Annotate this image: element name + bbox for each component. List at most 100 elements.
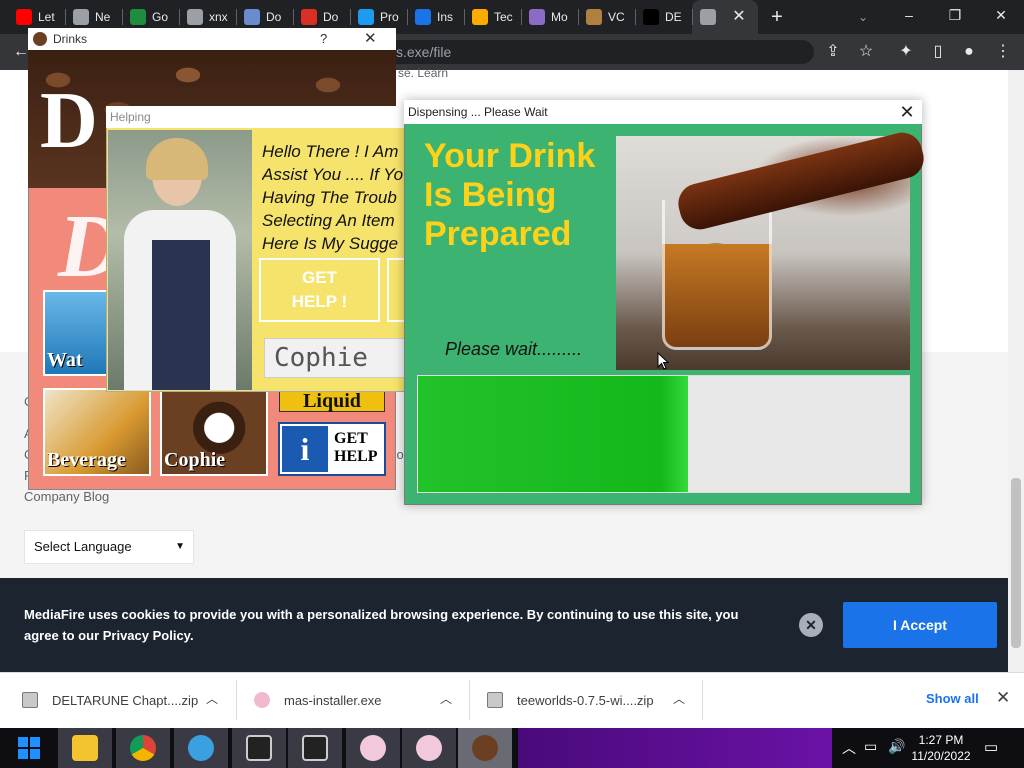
taskbar-drinks-app[interactable] [458,728,512,768]
tab-label: DE [665,10,682,24]
close-tab-icon[interactable]: ✕ [726,6,752,28]
minimize-button[interactable]: – [886,0,932,30]
profile-icon[interactable]: ● [958,41,980,63]
show-all-downloads[interactable]: Show all [926,691,979,706]
download-name: mas-installer.exe [284,692,382,708]
download-item[interactable]: mas-installer.exe [254,678,382,722]
maximize-button[interactable]: ❐ [932,0,978,30]
globe-icon [188,735,214,761]
water-tile[interactable]: Wat [43,290,109,376]
chevron-up-icon[interactable]: ︿ [440,690,452,707]
item-input[interactable]: Cophie [264,338,406,378]
browser-tab[interactable]: DE [635,0,692,34]
close-downloads-icon[interactable]: ✕ [996,688,1010,708]
menu-icon[interactable]: ⋮ [992,41,1014,63]
tab-favicon-icon [472,9,488,25]
clock-time: 1:27 PM [918,733,964,747]
helping-title: Helping [110,110,151,124]
tab-label: Tec [494,10,513,24]
helper-message-line: Assist You .... If Yo [262,165,404,184]
chevron-down-icon: ▼ [175,541,185,552]
taskbar-app[interactable] [288,728,342,768]
network-icon[interactable]: ▭ [864,738,877,755]
side-panel-icon[interactable]: ▯ [927,41,949,63]
tab-separator [464,9,465,25]
taskbar-app[interactable] [232,728,286,768]
tab-favicon-icon [529,9,545,25]
help-icon[interactable]: ? [320,28,327,50]
tile-caption: Beverage [47,449,126,471]
get-help-tile[interactable]: i GET HELP [278,422,386,476]
helper-message-line: Selecting An Item [262,211,395,230]
taskbar-app[interactable] [174,728,228,768]
tab-label: Mo [551,10,568,24]
browser-tab[interactable]: Tec [464,0,521,34]
scrollbar-thumb[interactable] [1011,478,1021,648]
taskbar-app[interactable] [402,728,456,768]
tab-favicon-icon [187,9,203,25]
tab-separator [293,9,294,25]
close-icon[interactable]: ✕ [364,28,377,50]
download-name: teeworlds-0.7.5-wi....zip [517,692,654,708]
browser-tab[interactable]: VC [578,0,635,34]
tab-favicon-icon [586,9,602,25]
bottle-shape [674,128,928,234]
footer-link-company-blog[interactable]: Company Blog [24,489,109,504]
page-snippet: se. Learn [398,66,449,80]
select-language[interactable]: Select Language ▼ [24,530,194,564]
chevron-up-icon[interactable]: ︿ [206,690,218,707]
tab-search-icon[interactable]: ⌄ [850,6,876,28]
chevron-up-icon[interactable]: ︿ [673,690,685,707]
tab-favicon-icon [16,9,32,25]
close-icon[interactable]: ✕ [799,613,823,637]
pouring-drink-image [616,128,928,370]
new-tab-button[interactable]: + [766,6,788,28]
tab-label: Do [323,10,339,24]
liquid-label[interactable]: Liquid [279,390,385,412]
taskbar-file-explorer[interactable] [58,728,112,768]
helper-message-line: Here Is My Sugge [262,234,399,253]
browser-tab[interactable]: Ins [407,0,464,34]
clock[interactable]: 1:27 PM 11/20/2022 [906,732,976,764]
taskbar-app[interactable] [346,728,400,768]
taskbar-chrome[interactable] [116,728,170,768]
coffee-bean-icon [472,735,498,761]
tab-label: xnx [209,10,228,24]
helper-hair [146,138,208,180]
helper-message-line: Hello There ! I Am [262,142,399,161]
tab-label: Ne [95,10,111,24]
tab-separator [236,9,237,25]
chevron-up-icon[interactable]: ︿ [842,738,856,758]
download-item[interactable]: teeworlds-0.7.5-wi....zip [487,678,654,722]
drinks-logo-letter: D [40,77,98,165]
beverage-tile[interactable]: Beverage [43,388,151,476]
accept-cookies-button[interactable]: I Accept [843,602,997,648]
clock-date: 11/20/2022 [911,749,971,763]
get-help-button[interactable]: GET HELP ! [259,258,380,322]
dispensing-heading: Your Drink Is Being Prepared [424,137,596,253]
drinks-titlebar[interactable]: Drinks ? ✕ [28,28,396,50]
tile-caption: Wat [47,349,83,371]
bookmark-star-icon[interactable]: ☆ [855,41,877,63]
tab-favicon-icon [301,9,317,25]
notification-icon[interactable]: ▭ [984,738,998,756]
tab-separator [578,9,579,25]
tab-favicon-icon [73,9,89,25]
divider [469,680,470,720]
start-button[interactable] [2,728,56,768]
coffee-tile[interactable]: Cophie [160,388,268,476]
tab-favicon-icon [415,9,431,25]
helper-message-line: Having The Troub [262,188,397,207]
share-icon[interactable]: ⇪ [822,41,844,63]
extensions-icon[interactable]: ✦ [895,41,917,63]
dispensing-titlebar[interactable]: Dispensing ... Please Wait [404,100,922,124]
download-item[interactable]: DELTARUNE Chapt....zip [22,678,198,722]
browser-tab[interactable]: Mo [521,0,578,34]
tab-favicon-icon [358,9,374,25]
close-window-button[interactable]: ✕ [978,0,1024,30]
tab-label: Pro [380,10,399,24]
close-icon[interactable]: ✕ [896,102,918,122]
volume-icon[interactable]: 🔊 [888,738,905,755]
helping-titlebar[interactable]: Helping [106,106,406,128]
installer-icon [360,735,386,761]
